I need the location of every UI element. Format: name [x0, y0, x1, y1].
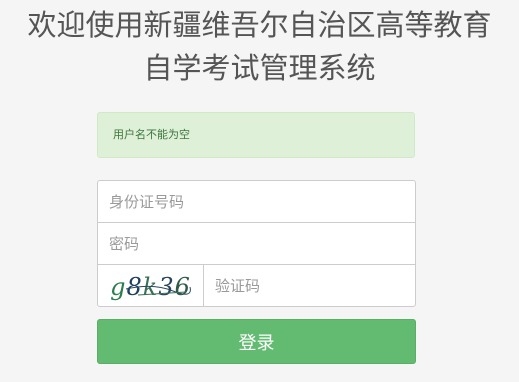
captcha-input[interactable]: 验证码 [203, 264, 416, 307]
page-title: 欢迎使用新疆维吾尔自治区高等教育 自学考试管理系统 [0, 4, 519, 90]
id-number-input[interactable]: 身份证号码 [97, 180, 416, 223]
error-alert: 用户名不能为空 [97, 112, 415, 158]
captcha-noise-lines [125, 285, 191, 296]
captcha-placeholder: 验证码 [215, 277, 261, 295]
captcha-image[interactable]: g8k36 [97, 264, 204, 307]
page-title-line-2: 自学考试管理系统 [143, 51, 376, 85]
login-form: 身份证号码 密码 g8k36 验证码 [97, 180, 416, 307]
page-title-line-1: 欢迎使用新疆维吾尔自治区高等教育 [27, 8, 492, 42]
id-number-placeholder: 身份证号码 [109, 193, 185, 211]
login-button-label: 登录 [238, 332, 275, 354]
login-button[interactable]: 登录 [97, 319, 416, 364]
login-page: 欢迎使用新疆维吾尔自治区高等教育 自学考试管理系统 用户名不能为空 身份证号码 … [0, 0, 519, 382]
captcha-row: g8k36 验证码 [97, 264, 416, 307]
password-input[interactable]: 密码 [97, 222, 416, 265]
error-alert-message: 用户名不能为空 [113, 128, 190, 141]
password-placeholder: 密码 [109, 235, 140, 253]
